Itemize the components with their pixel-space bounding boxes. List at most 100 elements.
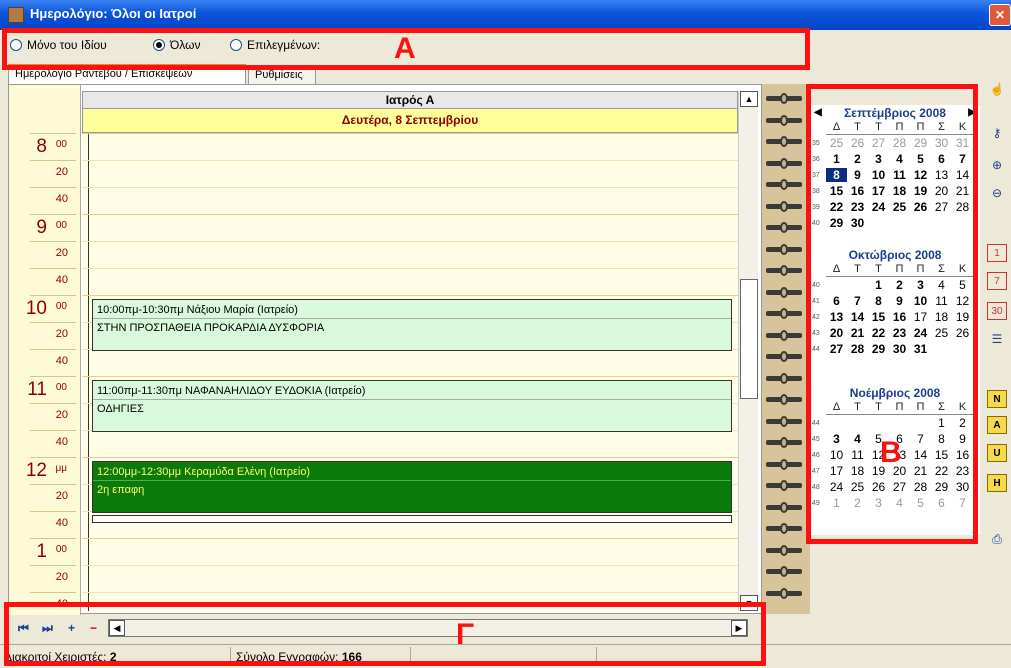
ring-hole — [780, 394, 788, 405]
minute-label: 20 — [55, 409, 68, 421]
time-divider — [30, 484, 76, 485]
time-divider — [30, 565, 76, 566]
ring-hole — [780, 351, 788, 362]
annotation-label-a: A — [394, 32, 416, 65]
appointment-title: 10:00πμ-10:30πμ Νάξιου Μαρία (Ιατρείο) — [93, 300, 731, 319]
ring-hole — [780, 437, 788, 448]
hand-icon[interactable]: ☝ — [987, 80, 1007, 98]
spiral-ring — [766, 436, 802, 450]
minute-label: 40 — [55, 517, 68, 529]
appointment-grid[interactable]: 10:00πμ-10:30πμ Νάξιου Μαρία (Ιατρείο) ΣΤ… — [82, 133, 738, 611]
hour-number: 10 — [25, 298, 47, 319]
hour-number: 8 — [36, 136, 47, 157]
day-view-icon[interactable]: 1 — [987, 244, 1007, 262]
grid-line — [82, 241, 738, 242]
spiral-ring — [766, 415, 802, 429]
minute-label: 20 — [55, 571, 68, 583]
ring-hole — [780, 265, 788, 276]
time-divider — [30, 187, 76, 188]
app-icon — [8, 7, 24, 23]
appointment-note: ΟΔΗΓΙΕΣ — [97, 403, 144, 415]
spiral-ring — [766, 221, 802, 235]
spiral-ring — [766, 114, 802, 128]
hour-label: 10 00 — [9, 298, 79, 320]
ring-hole — [780, 544, 788, 556]
spiral-ring — [766, 479, 802, 493]
ring-hole — [780, 286, 788, 298]
key-icon[interactable]: ⚷ — [987, 124, 1007, 142]
spiral-ring — [766, 157, 802, 171]
window-title: Ημερολόγιο: Όλοι οι Ιατροί — [30, 6, 197, 21]
annotation-label-b: B — [880, 436, 902, 469]
annotation-box-b — [806, 84, 978, 544]
zoom-in-icon[interactable]: ⊕ — [987, 156, 1007, 174]
grid-line — [82, 160, 738, 161]
spiral-ring — [766, 350, 802, 364]
spiral-ring — [766, 372, 802, 386]
minute-label: 40 — [55, 193, 68, 205]
appointment-card[interactable]: 11:00πμ-11:30πμ ΝΑΦΑΝΑΗΛΙΔΟΥ ΕΥΔΟΚΙΑ (Ια… — [92, 380, 732, 432]
grid-line — [82, 565, 738, 566]
h-icon[interactable]: H — [987, 474, 1007, 492]
u-icon[interactable]: U — [987, 444, 1007, 462]
hour-suffix: 00 — [55, 382, 67, 393]
zoom-out-icon[interactable]: ⊖ — [987, 184, 1007, 202]
spiral-binding — [762, 84, 810, 614]
spiral-ring — [766, 587, 802, 601]
ring-hole — [780, 587, 788, 599]
a-icon[interactable]: A — [987, 416, 1007, 434]
minute-label: 20 — [55, 166, 68, 178]
time-divider — [30, 538, 76, 539]
annotation-box-c — [4, 602, 766, 666]
time-divider — [30, 214, 76, 215]
hour-suffix: 00 — [55, 544, 67, 555]
time-divider — [30, 133, 76, 134]
appointment-note: ΣΤΗΝ ΠΡΟΣΠΑΘΕΙΑ ΠΡΟΚΑΡΔΙΑ ΔΥΣΦΟΡΙΑ — [97, 322, 325, 334]
week-view-icon[interactable]: 7 — [987, 272, 1007, 290]
spiral-ring — [766, 92, 802, 106]
close-button[interactable]: ✕ — [989, 4, 1011, 26]
minute-label: 40 — [55, 436, 68, 448]
vertical-scrollbar[interactable]: ▲ ▼ — [738, 91, 758, 611]
time-column: 8 00 20 40 9 00 20 40 10 00 20 40 11 00 20 40 12 μμ 20 40 1 0… — [9, 85, 81, 615]
time-divider — [30, 592, 76, 593]
time-divider — [30, 511, 76, 512]
ring-hole — [780, 501, 788, 513]
list-view-icon[interactable]: ☰ — [987, 330, 1007, 348]
doctor-header: Ιατρός Α — [82, 91, 738, 109]
grid-line — [82, 376, 738, 377]
spiral-ring — [766, 243, 802, 257]
ring-hole — [780, 415, 788, 427]
hour-suffix: μμ — [55, 463, 67, 474]
spiral-ring — [766, 264, 802, 278]
spiral-ring — [766, 565, 802, 579]
print-icon[interactable]: ⎙ — [987, 530, 1007, 548]
hour-suffix: 00 — [55, 139, 67, 150]
annotation-label-c: Γ — [456, 618, 475, 651]
appointment-note: 2η επαφη — [97, 484, 145, 496]
ring-hole — [780, 179, 788, 190]
hour-label: 12 μμ — [9, 460, 79, 482]
hour-number: 1 — [36, 541, 47, 562]
time-divider — [30, 268, 76, 269]
month-view-icon[interactable]: 30 — [987, 302, 1007, 320]
scroll-up-button[interactable]: ▲ — [740, 91, 758, 107]
scroll-thumb[interactable] — [740, 279, 758, 399]
slot-bar — [88, 133, 89, 611]
side-toolbar: ☝ ⚷ ⊕ ⊖ 1 7 30 ☰ N A U H ⎙ — [985, 80, 1011, 560]
time-divider — [30, 295, 76, 296]
hour-label: 9 00 — [9, 217, 79, 239]
spiral-ring — [766, 307, 802, 321]
appointment-card[interactable]: 12:00μμ-12:30μμ Κεραμύδα Ελένη (Ιατρείο)… — [92, 461, 732, 513]
n-icon[interactable]: N — [987, 390, 1007, 408]
ring-hole — [780, 243, 788, 255]
grid-line — [82, 133, 738, 134]
ring-hole — [780, 308, 788, 319]
appointment-card[interactable]: 10:00πμ-10:30πμ Νάξιου Μαρία (Ιατρείο) ΣΤ… — [92, 299, 732, 351]
grid-line — [82, 457, 738, 458]
time-divider — [30, 241, 76, 242]
minute-label: 20 — [55, 328, 68, 340]
spiral-ring — [766, 458, 802, 472]
ring-hole — [780, 200, 788, 212]
minute-label: 40 — [55, 274, 68, 286]
